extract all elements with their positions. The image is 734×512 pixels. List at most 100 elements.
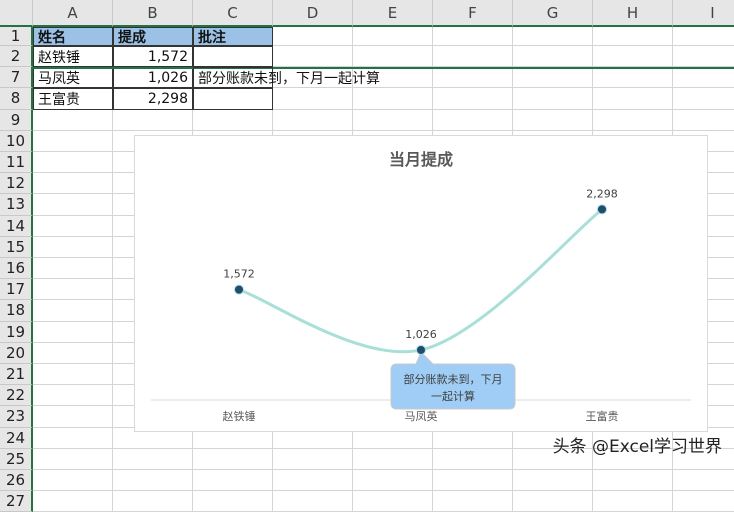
row-header-25[interactable]: 25 <box>0 448 33 470</box>
cell-c2[interactable] <box>193 46 273 68</box>
cell-b7[interactable]: 1,026 <box>113 67 193 89</box>
cell-e27[interactable] <box>353 491 433 512</box>
row-header-12[interactable]: 12 <box>0 173 33 195</box>
row-header-18[interactable]: 18 <box>0 300 33 322</box>
data-point-3[interactable] <box>597 204 607 215</box>
cell-b27[interactable] <box>113 491 193 512</box>
cell-a10[interactable] <box>33 130 113 152</box>
select-all-corner[interactable] <box>0 0 33 27</box>
cell-c27[interactable] <box>193 491 273 512</box>
column-header-b[interactable]: B <box>113 0 193 27</box>
cell-h8[interactable] <box>593 88 673 110</box>
cell-h7[interactable] <box>593 67 673 89</box>
cell-f8[interactable] <box>433 88 513 110</box>
cell-h26[interactable] <box>593 470 673 492</box>
row-header-15[interactable]: 15 <box>0 236 33 258</box>
cell-a20[interactable] <box>33 342 113 364</box>
row-header-21[interactable]: 21 <box>0 364 33 386</box>
cell-b8[interactable]: 2,298 <box>113 88 193 110</box>
cell-a19[interactable] <box>33 321 113 343</box>
cell-a21[interactable] <box>33 364 113 386</box>
cell-a7[interactable]: 马凤英 <box>33 67 113 89</box>
cell-c25[interactable] <box>193 448 273 470</box>
row-header-27[interactable]: 27 <box>0 491 33 512</box>
cell-g7[interactable] <box>513 67 593 89</box>
cell-d8[interactable] <box>273 88 353 110</box>
cell-c8[interactable] <box>193 88 273 110</box>
row-header-2[interactable]: 2 <box>0 46 33 68</box>
cell-a27[interactable] <box>33 491 113 512</box>
cell-a24[interactable] <box>33 427 113 449</box>
cell-c7[interactable]: 部分账款未到，下月一起计算 <box>193 67 380 89</box>
row-header-10[interactable]: 10 <box>0 130 33 152</box>
column-header-g[interactable]: G <box>513 0 593 27</box>
cell-h9[interactable] <box>593 109 673 131</box>
row-header-8[interactable]: 8 <box>0 88 33 110</box>
cell-f7[interactable] <box>433 67 513 89</box>
cell-a18[interactable] <box>33 300 113 322</box>
cell-i8[interactable] <box>673 88 734 110</box>
cell-a16[interactable] <box>33 258 113 280</box>
cell-g9[interactable] <box>513 109 593 131</box>
cell-a15[interactable] <box>33 236 113 258</box>
data-point-1[interactable] <box>234 284 244 295</box>
column-header-d[interactable]: D <box>273 0 353 27</box>
cell-d1[interactable] <box>273 27 353 46</box>
cell-i9[interactable] <box>673 110 734 131</box>
cell-i26[interactable] <box>673 470 734 492</box>
cell-h27[interactable] <box>593 491 673 512</box>
cell-g2[interactable] <box>513 46 593 68</box>
cell-d2[interactable] <box>273 46 353 68</box>
line-chart[interactable]: 当月提成 部分账款未到，下月 一起计算 1,572 赵铁锤 1,026 马凤英 2,298 王… <box>134 135 708 432</box>
cell-d9[interactable] <box>273 109 353 131</box>
column-header-a[interactable]: A <box>33 0 113 27</box>
row-header-1[interactable]: 1 <box>0 27 33 46</box>
cell-b9[interactable] <box>113 109 193 131</box>
data-point-2[interactable] <box>416 344 426 355</box>
column-header-c[interactable]: C <box>193 0 273 27</box>
cell-a13[interactable] <box>33 194 113 216</box>
column-header-h[interactable]: H <box>593 0 673 27</box>
cell-d25[interactable] <box>273 448 353 470</box>
cell-b2[interactable]: 1,572 <box>113 46 193 68</box>
row-header-14[interactable]: 14 <box>0 215 33 237</box>
cell-e2[interactable] <box>353 46 433 68</box>
cell-e9[interactable] <box>353 109 433 131</box>
cell-e1[interactable] <box>353 27 433 46</box>
column-header-f[interactable]: F <box>433 0 513 27</box>
cell-i27[interactable] <box>673 491 734 512</box>
column-header-e[interactable]: E <box>353 0 433 27</box>
cell-f25[interactable] <box>433 448 513 470</box>
cell-i2[interactable] <box>673 46 734 68</box>
row-header-22[interactable]: 22 <box>0 385 33 407</box>
row-header-9[interactable]: 9 <box>0 109 33 131</box>
cell-f2[interactable] <box>433 46 513 68</box>
cell-c9[interactable] <box>193 109 273 131</box>
cell-a8[interactable]: 王富贵 <box>33 88 113 110</box>
cell-h1[interactable] <box>593 27 673 46</box>
cell-b25[interactable] <box>113 448 193 470</box>
cell-a22[interactable] <box>33 385 113 407</box>
row-header-23[interactable]: 23 <box>0 406 33 428</box>
cell-a2[interactable]: 赵铁锤 <box>33 46 113 68</box>
cell-g26[interactable] <box>513 470 593 492</box>
cell-e25[interactable] <box>353 448 433 470</box>
cell-f26[interactable] <box>433 470 513 492</box>
cell-a23[interactable] <box>33 406 113 428</box>
cell-a25[interactable] <box>33 448 113 470</box>
row-header-13[interactable]: 13 <box>0 194 33 216</box>
row-header-7[interactable]: 7 <box>0 67 33 89</box>
row-header-20[interactable]: 20 <box>0 342 33 364</box>
cell-b26[interactable] <box>113 470 193 492</box>
cell-g1[interactable] <box>513 27 593 46</box>
cell-d26[interactable] <box>273 470 353 492</box>
cell-c26[interactable] <box>193 470 273 492</box>
cell-a26[interactable] <box>33 470 113 492</box>
cell-f1[interactable] <box>433 27 513 46</box>
cell-g27[interactable] <box>513 491 593 512</box>
cell-a9[interactable] <box>33 109 113 131</box>
row-header-17[interactable]: 17 <box>0 279 33 301</box>
row-header-11[interactable]: 11 <box>0 152 33 174</box>
cell-c1[interactable]: 批注 <box>193 27 273 46</box>
column-header-i[interactable]: I <box>673 0 734 27</box>
